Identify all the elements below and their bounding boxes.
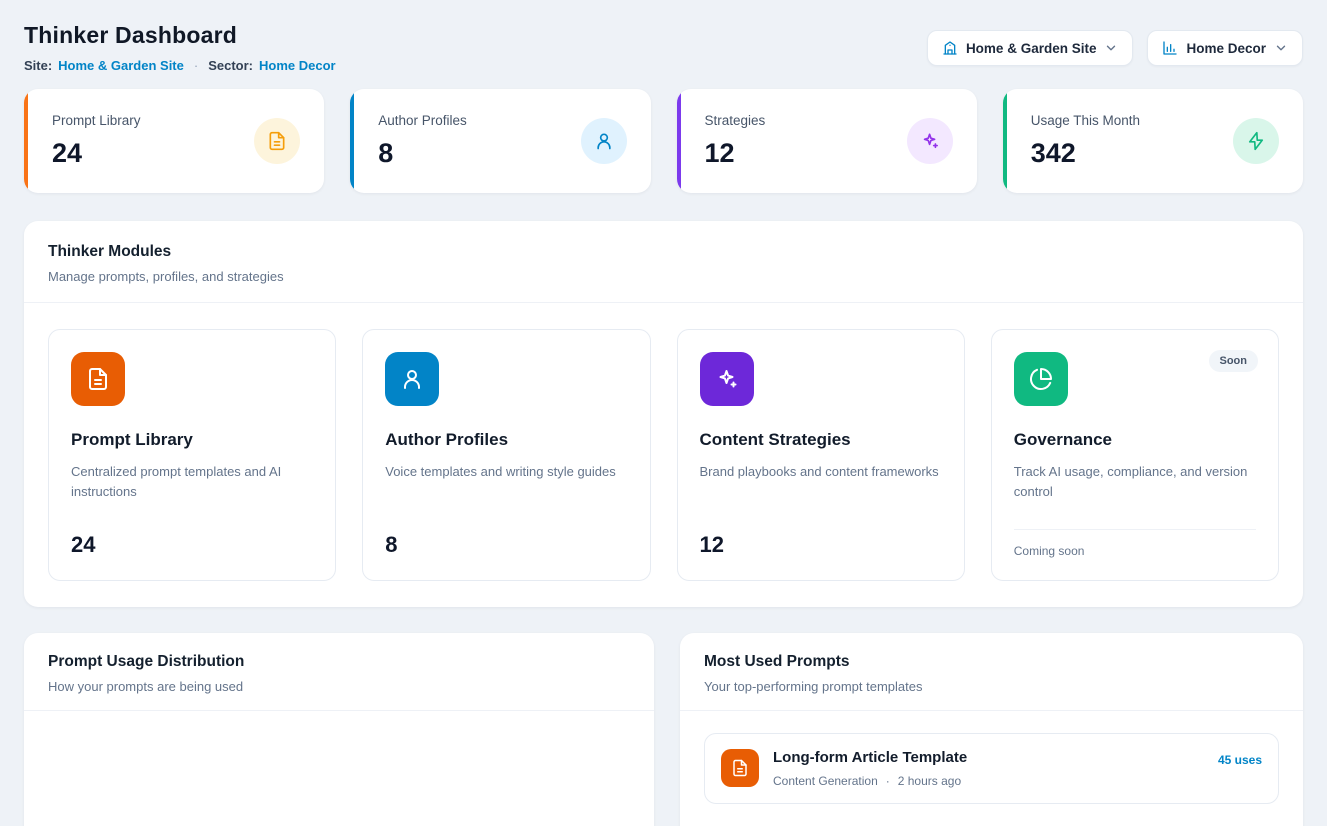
pie-chart-icon <box>1014 352 1068 406</box>
person-icon <box>385 352 439 406</box>
stat-value: 24 <box>52 138 141 169</box>
module-card-content-strategies[interactable]: Content Strategies Brand playbooks and c… <box>677 329 965 581</box>
document-icon <box>254 118 300 164</box>
module-description: Track AI usage, compliance, and version … <box>1014 462 1256 502</box>
stat-label: Usage This Month <box>1031 113 1140 128</box>
site-selector-dropdown[interactable]: Home & Garden Site <box>927 30 1134 66</box>
module-count: 12 <box>700 516 942 558</box>
prompt-title: Long-form Article Template <box>773 749 967 766</box>
usage-panel-header: Prompt Usage Distribution How your promp… <box>24 633 654 711</box>
stat-card-author-profiles: Author Profiles 8 <box>350 89 650 193</box>
coming-soon-text: Coming soon <box>1014 529 1256 558</box>
usage-count-badge: 45 uses <box>1218 749 1262 767</box>
most-used-prompts-panel: Most Used Prompts Your top-performing pr… <box>680 633 1303 826</box>
module-card-governance[interactable]: Soon Governance Track AI usage, complian… <box>991 329 1279 581</box>
document-icon <box>721 749 759 787</box>
module-title: Content Strategies <box>700 430 942 450</box>
stat-value: 8 <box>378 138 467 169</box>
modules-section-header: Thinker Modules Manage prompts, profiles… <box>24 221 1303 303</box>
thinker-modules-section: Thinker Modules Manage prompts, profiles… <box>24 221 1303 607</box>
stat-value: 342 <box>1031 138 1140 169</box>
modules-section-subtitle: Manage prompts, profiles, and strategies <box>48 269 1279 284</box>
stats-row: Prompt Library 24 Author Profiles 8 Stra… <box>24 89 1303 193</box>
stat-card-prompt-library: Prompt Library 24 <box>24 89 324 193</box>
stat-card-usage: Usage This Month 342 <box>1003 89 1303 193</box>
site-selector-label: Home & Garden Site <box>966 41 1097 56</box>
person-icon <box>581 118 627 164</box>
most-used-panel-header: Most Used Prompts Your top-performing pr… <box>680 633 1303 711</box>
most-used-panel-title: Most Used Prompts <box>704 653 1279 671</box>
prompt-list: Long-form Article Template Content Gener… <box>680 711 1303 826</box>
module-card-prompt-library[interactable]: Prompt Library Centralized prompt templa… <box>48 329 336 581</box>
building-icon <box>942 40 958 56</box>
module-title: Prompt Library <box>71 430 313 450</box>
module-description: Centralized prompt templates and AI inst… <box>71 462 313 502</box>
stat-label: Author Profiles <box>378 113 467 128</box>
bar-chart-icon <box>1162 40 1178 56</box>
separator-dot: · <box>194 58 198 73</box>
separator-dot: · <box>886 774 890 788</box>
site-link[interactable]: Home & Garden Site <box>58 58 184 73</box>
module-count: 8 <box>385 516 627 558</box>
module-count: 24 <box>71 516 313 558</box>
site-label: Site: <box>24 58 52 73</box>
chevron-down-icon <box>1274 41 1288 55</box>
usage-panel-subtitle: How your prompts are being used <box>48 679 630 694</box>
prompt-meta: Content Generation · 2 hours ago <box>773 774 967 788</box>
sector-selector-label: Home Decor <box>1186 41 1266 56</box>
bottom-row: Prompt Usage Distribution How your promp… <box>24 633 1303 826</box>
chevron-down-icon <box>1104 41 1118 55</box>
stat-card-strategies: Strategies 12 <box>677 89 977 193</box>
lightning-icon <box>1233 118 1279 164</box>
module-title: Author Profiles <box>385 430 627 450</box>
stat-label: Strategies <box>705 113 766 128</box>
usage-panel-title: Prompt Usage Distribution <box>48 653 630 671</box>
stat-value: 12 <box>705 138 766 169</box>
usage-chart-area: 15% <box>24 711 654 826</box>
sparkle-star-icon <box>700 352 754 406</box>
modules-grid: Prompt Library Centralized prompt templa… <box>24 303 1303 607</box>
module-description: Voice templates and writing style guides <box>385 462 627 482</box>
sector-selector-dropdown[interactable]: Home Decor <box>1147 30 1303 66</box>
sparkle-star-icon <box>907 118 953 164</box>
list-item[interactable]: Long-form Article Template Content Gener… <box>704 733 1279 804</box>
module-card-author-profiles[interactable]: Author Profiles Voice templates and writ… <box>362 329 650 581</box>
most-used-panel-subtitle: Your top-performing prompt templates <box>704 679 1279 694</box>
dashboard-page: Thinker Dashboard Site: Home & Garden Si… <box>0 0 1327 826</box>
stat-label: Prompt Library <box>52 113 141 128</box>
module-title: Governance <box>1014 430 1256 450</box>
prompt-category: Content Generation <box>773 774 878 788</box>
page-header: Thinker Dashboard Site: Home & Garden Si… <box>24 22 1303 73</box>
sector-link[interactable]: Home Decor <box>259 58 336 73</box>
soon-badge: Soon <box>1209 350 1259 372</box>
header-actions: Home & Garden Site Home Decor <box>927 30 1303 66</box>
sector-label: Sector: <box>208 58 253 73</box>
document-icon <box>71 352 125 406</box>
prompt-timestamp: 2 hours ago <box>898 774 961 788</box>
module-description: Brand playbooks and content frameworks <box>700 462 942 482</box>
usage-distribution-panel: Prompt Usage Distribution How your promp… <box>24 633 654 826</box>
modules-section-title: Thinker Modules <box>48 243 1279 261</box>
